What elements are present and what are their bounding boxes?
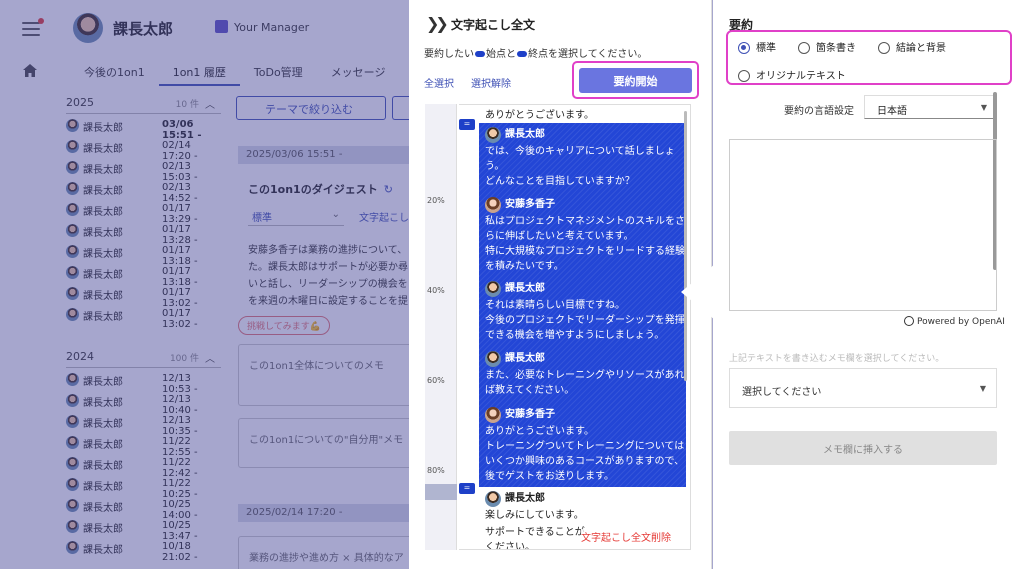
speaker-name: 課長太郎	[485, 351, 685, 367]
transcript-timeline[interactable]: 20% 40% 60% 80%	[425, 104, 457, 550]
radio-label: 標準	[756, 43, 776, 54]
start-button-callout: 要約開始	[572, 61, 699, 99]
radio-icon	[738, 70, 750, 82]
chat-scrollbar[interactable]	[684, 111, 687, 381]
radio-icon	[738, 42, 750, 54]
deselect-button[interactable]: 選択解除	[471, 75, 511, 90]
select-all-button[interactable]: 全選択	[424, 75, 454, 90]
timeline-tick: 80%	[427, 466, 445, 475]
speaker-name: 課長太郎	[485, 491, 685, 507]
message-line: 後でゲストをお送りします。	[485, 471, 614, 482]
speaker-name: 課長太郎	[485, 127, 685, 143]
radio-label: 結論と背景	[896, 43, 946, 54]
language-select[interactable]: 日本語 ▼	[864, 95, 996, 119]
timeline-tick: 60%	[427, 376, 445, 385]
start-summary-button[interactable]: 要約開始	[579, 68, 692, 93]
radio-original[interactable]: オリジナルテキスト	[738, 67, 846, 82]
speaker-name: 課長太郎	[485, 281, 685, 297]
radio-conclusion[interactable]: 結論と背景	[878, 39, 946, 54]
instruction-text: 始点と	[486, 49, 516, 60]
radio-bullets[interactable]: 箇条書き	[798, 39, 856, 54]
transcript-message[interactable]: 安藤多香子ありがとうございます。トレーニングついてトレーニングについては いくつか…	[485, 407, 685, 484]
transcript-title: 文字起こし全文	[451, 18, 536, 32]
transcript-message[interactable]: 課長太郎では、今後のキャリアについて話しましょ う。どんなことを目指していますか？	[485, 127, 685, 189]
caret-down-icon: ▼	[979, 384, 986, 393]
radio-icon	[798, 42, 810, 54]
speaker-name: 安藤多香子	[485, 407, 685, 423]
radio-label: 箇条書き	[816, 43, 856, 54]
message-line: 特に大規模なプロジェクトをリードする経験	[485, 246, 685, 257]
powered-by-text: Powered by OpenAI	[917, 317, 1005, 327]
speaker-name: 安藤多香子	[485, 197, 685, 213]
instruction-text: 要約したい	[424, 49, 474, 60]
message-line: できる機会を増やすようにしましょう。	[485, 330, 665, 341]
message-tail: ありがとうございます。	[485, 108, 685, 123]
message-line: どんなことを目指していますか？	[485, 176, 635, 187]
message-line: ありがとうございます。	[485, 110, 594, 121]
message-line: 今後のプロジェクトでリーダーシップを発揮	[485, 315, 685, 326]
language-value: 日本語	[877, 106, 907, 117]
transcript-message[interactable]: 課長太郎また、必要なトレーニングやリソースがあれ ば教えてください。	[485, 351, 685, 398]
transcript-chat[interactable]: = = ありがとうございます。 課長太郎 では、今後のキャリアについて話しましょう…	[459, 104, 691, 550]
transcript-panel: ❯❯ 文字起こし全文 要約したい 始点と 終点を選択してください。 全選択 選択解除…	[409, 0, 712, 569]
message-line: を積みたいです。	[485, 261, 564, 272]
message-line: それは素晴らしい目標ですね。	[485, 300, 625, 311]
message-line: 楽しみにしています。	[485, 510, 584, 521]
memo-hint: 上記テキストを書き込むメモ欄を選択してください。	[729, 354, 945, 364]
insert-memo-button[interactable]: メモ欄に挿入する	[729, 431, 997, 465]
end-marker-icon[interactable]: =	[459, 483, 475, 494]
summary-panel: 要約 標準 箇条書き 結論と背景 オリジナルテキスト 要約の言語設定 日本語 ▼…	[713, 0, 1024, 569]
start-marker-icon[interactable]: =	[459, 119, 475, 130]
transcript-message[interactable]: 安藤多香子私はプロジェクトマネジメントのスキルをさ らに伸ばしたいと考えています。…	[485, 197, 685, 274]
message-line: ありがとうございます。	[485, 426, 594, 437]
transcript-instruction: 要約したい 始点と 終点を選択してください。	[424, 45, 647, 60]
end-pin-icon	[517, 51, 527, 57]
timeline-tick: 40%	[427, 286, 445, 295]
transcript-message[interactable]: 課長太郎楽しみにしています。	[485, 491, 685, 523]
message-line: ば教えてください。	[485, 385, 575, 396]
memo-field-select[interactable]: 選択してください ▼	[729, 368, 997, 408]
summary-output	[729, 139, 997, 311]
powered-by: Powered by OpenAI	[904, 316, 1005, 327]
radio-standard[interactable]: 標準	[738, 39, 776, 54]
collapse-chevrons-icon[interactable]: ❯❯	[426, 14, 449, 33]
caret-down-icon: ▼	[980, 103, 987, 112]
language-label: 要約の言語設定	[784, 106, 854, 117]
timeline-position-bar[interactable]	[425, 484, 457, 500]
delete-transcript-link[interactable]: 文字起こし全文削除	[581, 529, 671, 544]
message-line: また、必要なトレーニングやリソースがあれ	[485, 370, 685, 381]
message-line: らに伸ばしたいと考えています。	[485, 231, 634, 242]
timeline-tick: 20%	[427, 196, 445, 205]
radio-label: オリジナルテキスト	[756, 71, 846, 82]
radio-icon	[878, 42, 890, 54]
message-line: トレーニングついてトレーニングについては	[485, 441, 685, 452]
message-line: では、今後のキャリアについて話しましょ	[485, 146, 675, 157]
message-line: う。	[485, 161, 505, 172]
memo-select-value: 選択してください	[742, 387, 822, 398]
instruction-text: 終点を選択してください。	[528, 49, 648, 60]
summary-style-callout: 標準 箇条書き 結論と背景 オリジナルテキスト	[726, 30, 1012, 85]
openai-logo-icon	[904, 316, 914, 326]
message-line: いくつか興味のあるコースがありますので、	[485, 456, 685, 467]
start-pin-icon	[475, 51, 485, 57]
transcript-message[interactable]: 課長太郎それは素晴らしい目標ですね。今後のプロジェクトでリーダーシップを発揮 でき…	[485, 281, 685, 343]
panel-pointer	[681, 264, 715, 320]
message-line: 私はプロジェクトマネジメントのスキルをさ	[485, 216, 685, 227]
